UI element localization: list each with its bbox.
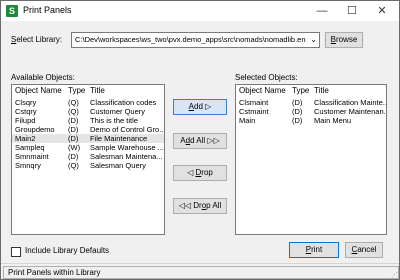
object-type: (D) [292,116,303,125]
object-type: (D) [68,125,79,134]
cancel-button[interactable]: Cancel [345,242,383,258]
object-name: Filupd [15,116,36,125]
object-name: Smnqry [15,161,41,170]
object-type: (D) [68,152,79,161]
object-title: Sample Warehouse ... [90,143,164,152]
title-bar: S Print Panels — ☐ ✕ [1,1,399,21]
add-all-button-text-b: d All [190,136,206,145]
list-item[interactable]: Main (D) Main Menu [236,116,386,125]
available-list-header: Object Name Type Title [12,85,164,96]
object-name: Main [239,116,256,125]
status-text: Print Panels within Library [8,268,101,277]
object-title: This is the title [90,116,138,125]
column-title[interactable]: Title [314,86,329,95]
object-name: Clsqry [15,98,37,107]
list-item[interactable]: Clsqry (Q) Classification codes [12,98,164,107]
library-path-value: C:\Dev\workspaces\ws_two\pvx.demo_apps\s… [75,35,306,44]
object-type: (W) [68,143,81,152]
object-title: Salesman Query [90,161,146,170]
object-name: Sampleq [15,143,45,152]
object-title: Main Menu [314,116,352,125]
drop-button-text: rop [201,168,213,177]
object-type: (D) [292,98,303,107]
minimize-icon[interactable]: — [307,1,337,21]
object-title: Classification Mainte... [314,98,387,107]
browse-button-text: rowse [336,35,358,44]
list-item[interactable]: Cstqry (Q) Customer Query [12,107,164,116]
column-object-name[interactable]: Object Name [239,86,286,95]
object-name: Main2 [15,134,36,143]
print-button-text: rint [311,245,323,254]
column-title[interactable]: Title [90,86,105,95]
available-objects-list[interactable]: Object Name Type Title Clsqry (Q) Classifi… [11,84,165,235]
list-item[interactable]: Smnqry (Q) Salesman Query [12,161,164,170]
object-type: (D) [68,116,79,125]
print-panels-window: S Print Panels — ☐ ✕ Select Library: C:\… [0,0,400,280]
list-item[interactable]: Cstmaint (D) Customer Maintenan... [236,107,386,116]
object-type: (Q) [68,98,79,107]
object-title: Customer Maintenan... [314,107,387,116]
list-item[interactable]: Filupd (D) This is the title [12,116,164,125]
object-type: (Q) [68,107,79,116]
list-item[interactable]: Clsmaint (D) Classification Mainte... [236,98,386,107]
column-object-name[interactable]: Object Name [15,86,62,95]
include-library-defaults-checkbox[interactable] [11,247,21,257]
object-title: Customer Query [90,107,146,116]
drop-all-arrow-icon: ◁◁ [178,201,192,210]
available-objects-label: Available Objects: [11,73,75,82]
object-name: Smnmaint [15,152,49,161]
resize-grip-icon[interactable]: ⋰ [391,271,398,279]
drop-all-button-text-a: Dr [193,201,202,210]
selected-objects-list[interactable]: Object Name Type Title Clsmaint (D) Classi… [235,84,387,235]
drop-all-button[interactable]: ◁◁ Drop All [173,198,227,214]
list-item[interactable]: Smnmaint (D) Salesman Maintena... [12,152,164,161]
add-button[interactable]: Add ▷ [173,99,227,115]
add-arrow-icon: ▷ [205,102,212,111]
drop-all-button-text-b: p All [206,201,222,210]
library-path-combobox[interactable]: C:\Dev\workspaces\ws_two\pvx.demo_apps\s… [71,32,320,48]
column-type[interactable]: Type [292,86,309,95]
object-type: (D) [68,134,79,143]
add-button-text: dd [194,102,203,111]
add-all-arrow-icon: ▷▷ [207,136,220,145]
object-title: Salesman Maintena... [90,152,163,161]
column-type[interactable]: Type [68,86,85,95]
list-item[interactable]: Sampleq (W) Sample Warehouse ... [12,143,164,152]
object-name: Cstmaint [239,107,269,116]
object-type: (Q) [68,161,79,170]
print-button[interactable]: Print [289,242,339,258]
app-icon: S [6,5,18,17]
object-name: Groupdemo [15,125,55,134]
chevron-down-icon[interactable]: ⌄ [310,35,317,44]
object-title: Demo of Control Gro... [90,125,165,134]
selected-list-header: Object Name Type Title [236,85,386,96]
object-title: Classification codes [90,98,157,107]
maximize-icon[interactable]: ☐ [337,1,367,21]
add-all-button[interactable]: Add All ▷▷ [173,133,227,149]
list-item-selected[interactable]: Main2 (D) File Maintenance [12,134,164,143]
select-library-label: Select Library: [11,35,62,44]
object-name: Cstqry [15,107,37,116]
selected-objects-label: Selected Objects: [235,73,298,82]
status-pane: Print Panels within Library [3,266,399,279]
cancel-button-text: ancel [357,245,377,254]
drop-arrow-icon: ◁ [187,168,194,177]
window-title: Print Panels [23,5,72,15]
status-bar: Print Panels within Library ⋰ [1,263,399,279]
select-library-label-text: elect Library: [16,35,63,44]
list-item[interactable]: Groupdemo (D) Demo of Control Gro... [12,125,164,134]
browse-button[interactable]: Browse [325,32,363,48]
close-icon[interactable]: ✕ [367,1,397,21]
object-name: Clsmaint [239,98,269,107]
drop-button[interactable]: ◁ Drop [173,165,227,181]
include-library-defaults-label[interactable]: Include Library Defaults [25,246,109,255]
object-type: (D) [292,107,303,116]
object-title: File Maintenance [90,134,148,143]
